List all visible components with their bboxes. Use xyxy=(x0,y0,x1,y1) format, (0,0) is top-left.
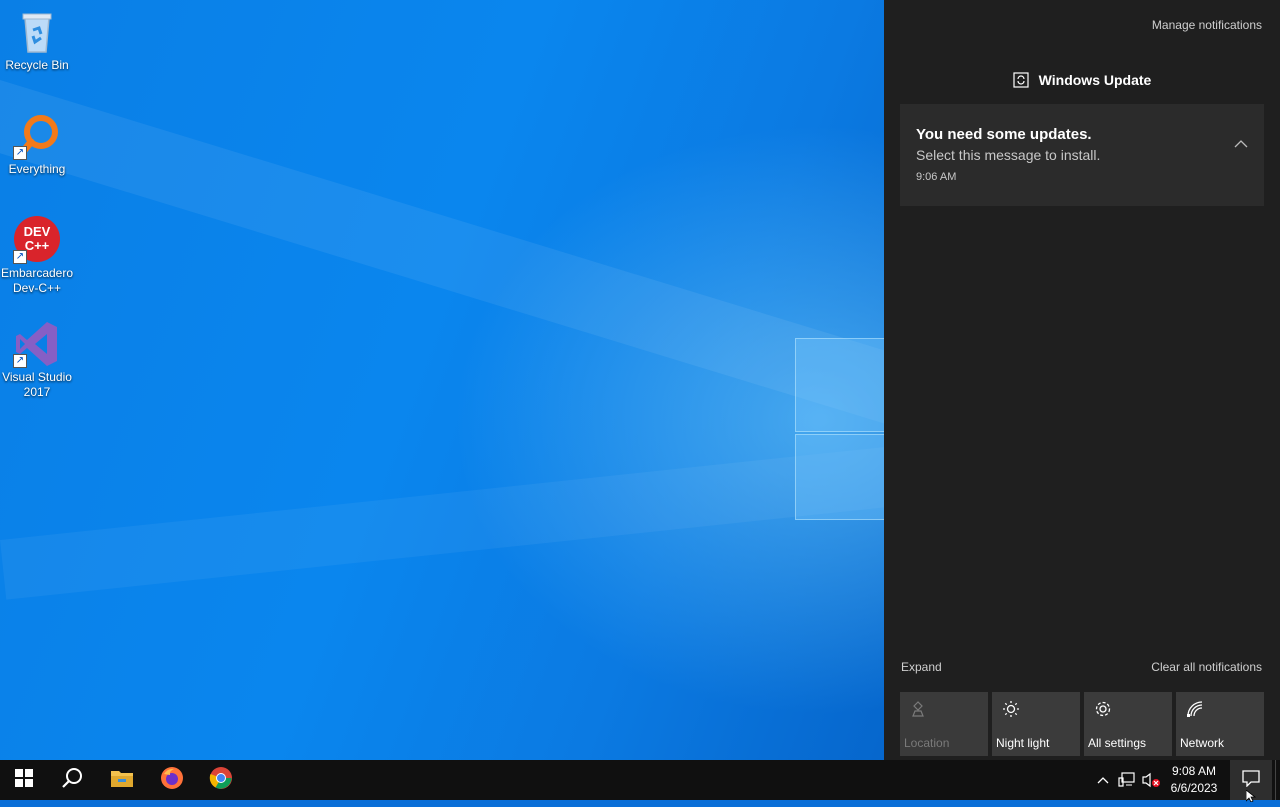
quick-action-network[interactable]: Network xyxy=(1176,692,1264,756)
location-icon xyxy=(910,700,926,723)
action-center-panel: Manage notifications Windows Update You … xyxy=(884,0,1280,760)
start-icon xyxy=(15,768,33,792)
chrome-button[interactable] xyxy=(197,760,245,800)
quick-action-night-light[interactable]: Night light xyxy=(992,692,1080,756)
notification-body: Select this message to install. xyxy=(916,147,1101,163)
recycle-bin-icon xyxy=(13,8,61,56)
desktop-icon-label: Visual Studio 2017 xyxy=(2,370,72,399)
file-explorer-button[interactable] xyxy=(98,760,146,800)
mouse-cursor-icon xyxy=(1245,789,1257,807)
desktop-icon-recycle-bin[interactable]: Recycle Bin xyxy=(0,8,74,73)
manage-notifications-link[interactable]: Manage notifications xyxy=(1152,18,1262,32)
quick-action-label: All settings xyxy=(1088,736,1147,750)
notification-card[interactable]: You need some updates. Select this messa… xyxy=(900,104,1264,206)
quick-action-label: Location xyxy=(904,736,950,750)
desktop-icon-devcpp[interactable]: DEV C++ ↗ Embarcadero Dev-C++ xyxy=(0,216,74,296)
search-icon xyxy=(61,767,83,794)
quick-action-all-settings[interactable]: All settings xyxy=(1084,692,1172,756)
notification-time: 9:06 AM xyxy=(916,171,957,183)
desktop-icon-label: Recycle Bin xyxy=(5,58,69,72)
firefox-icon xyxy=(160,766,184,795)
brightness-icon xyxy=(1002,700,1020,723)
quick-action-label: Network xyxy=(1180,736,1225,750)
start-button[interactable] xyxy=(0,760,48,800)
clock-time: 9:08 AM xyxy=(1171,764,1217,778)
firefox-button[interactable] xyxy=(148,760,196,800)
devcpp-logo-text: DEV C++ xyxy=(23,224,51,253)
notification-group-title: Windows Update xyxy=(1038,72,1152,89)
network-icon xyxy=(1186,700,1204,723)
devcpp-icon: DEV C++ ↗ xyxy=(13,216,61,264)
notification-title: You need some updates. xyxy=(916,126,1092,143)
desktop-icon-label: Embarcadero Dev-C++ xyxy=(0,266,74,295)
visual-studio-icon: ↗ xyxy=(13,320,61,368)
network-status-icon[interactable] xyxy=(1117,770,1137,790)
gear-icon xyxy=(1094,700,1112,723)
clock-date: 6/6/2023 xyxy=(1170,781,1218,795)
notification-group-header[interactable]: Windows Update xyxy=(884,72,1280,91)
shortcut-arrow-icon: ↗ xyxy=(13,354,27,368)
desktop-icon-everything[interactable]: ↗ Everything xyxy=(0,112,74,177)
show-desktop-button[interactable] xyxy=(1275,760,1280,800)
file-explorer-icon xyxy=(110,768,134,793)
chevron-up-icon[interactable] xyxy=(1234,136,1248,154)
quick-action-location[interactable]: Location xyxy=(900,692,988,756)
clear-all-notifications-link[interactable]: Clear all notifications xyxy=(1151,660,1262,674)
taskbar: 9:08 AM 6/6/2023 xyxy=(0,760,1280,800)
windows-update-icon xyxy=(1013,72,1029,91)
chrome-icon xyxy=(209,766,233,795)
desktop-icon-visual-studio[interactable]: ↗ Visual Studio 2017 xyxy=(0,320,74,400)
volume-muted-icon[interactable] xyxy=(1141,770,1161,790)
show-hidden-icons-chevron-up-icon[interactable] xyxy=(1093,770,1113,790)
expand-quick-actions-link[interactable]: Expand xyxy=(901,660,942,674)
search-button[interactable] xyxy=(48,760,96,800)
desktop-icon-label: Everything xyxy=(8,162,66,176)
everything-search-icon: ↗ xyxy=(13,112,61,160)
shortcut-arrow-icon: ↗ xyxy=(13,250,27,264)
quick-action-label: Night light xyxy=(996,736,1050,750)
taskbar-clock[interactable]: 9:08 AM 6/6/2023 xyxy=(1162,763,1226,797)
shortcut-arrow-icon: ↗ xyxy=(13,146,27,160)
